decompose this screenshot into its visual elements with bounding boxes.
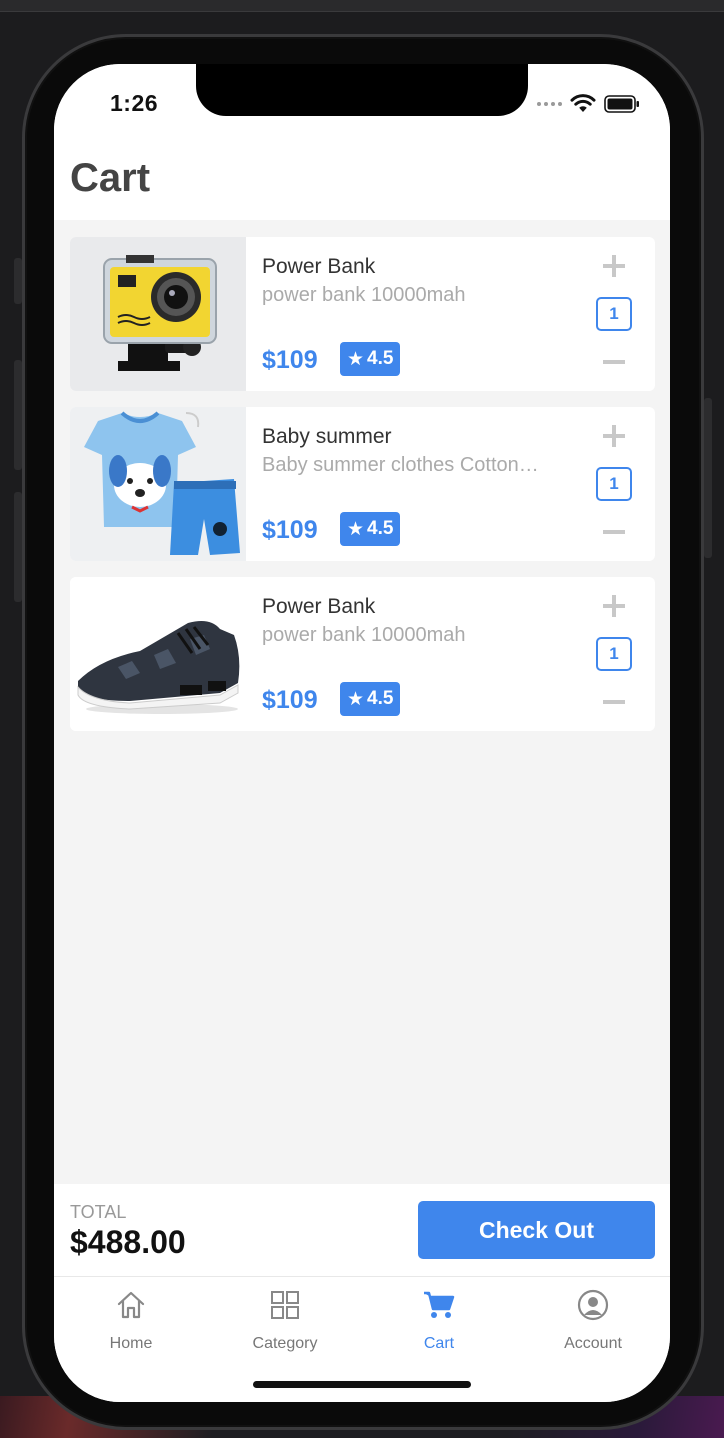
product-image-action-camera	[70, 237, 246, 391]
home-indicator	[253, 1381, 471, 1388]
tab-category[interactable]: Category	[208, 1277, 362, 1367]
tab-account[interactable]: Account	[516, 1277, 670, 1367]
power-button	[704, 398, 712, 558]
product-image-sneaker	[70, 577, 246, 731]
cart-icon	[424, 1291, 455, 1318]
rating-value: 4.5	[367, 518, 394, 539]
signal-icon	[537, 102, 562, 106]
tab-cart[interactable]: Cart	[362, 1277, 516, 1367]
product-price: $109	[262, 346, 318, 374]
rating-badge: ★ 4.5	[340, 512, 401, 546]
minus-icon[interactable]	[599, 347, 629, 377]
tab-label: Category	[252, 1335, 318, 1352]
quantity-value: 1	[596, 637, 632, 671]
plus-icon[interactable]	[599, 251, 629, 281]
desktop-top-bar	[0, 0, 724, 12]
checkout-button[interactable]: Check Out	[418, 1201, 655, 1259]
product-name: Power Bank	[262, 595, 376, 618]
rating-badge: ★ 4.5	[340, 682, 401, 716]
app-screen: 1:26 Cart Power Bank power bank 10000mah…	[54, 64, 670, 1402]
tab-bar: Home Category Cart Account	[54, 1276, 670, 1402]
product-name: Baby summer	[262, 425, 392, 448]
battery-icon	[604, 95, 639, 113]
product-description: power bank 10000mah	[262, 624, 466, 646]
tab-label: Cart	[423, 1335, 455, 1352]
quantity-value: 1	[596, 467, 632, 501]
minus-icon[interactable]	[599, 687, 629, 717]
tab-label: Account	[564, 1335, 622, 1352]
notch	[196, 64, 528, 116]
product-description: Baby summer clothes Cotton…	[262, 454, 539, 476]
wifi-icon	[570, 94, 596, 112]
cart-item[interactable]: Power Bank power bank 10000mah $109 ★ 4.…	[70, 577, 655, 731]
tab-home[interactable]: Home	[54, 1277, 208, 1367]
page-title: Cart	[70, 156, 151, 200]
rating-value: 4.5	[367, 688, 394, 709]
status-icons	[537, 94, 640, 114]
product-price: $109	[262, 686, 318, 714]
star-icon: ★	[347, 688, 365, 710]
header: 1:26 Cart	[54, 64, 670, 220]
minus-icon[interactable]	[599, 517, 629, 547]
cart-item[interactable]: Power Bank power bank 10000mah $109 ★ 4.…	[70, 237, 655, 391]
rating-badge: ★ 4.5	[340, 342, 401, 376]
cart-item[interactable]: Baby summer Baby summer clothes Cotton… …	[70, 407, 655, 561]
product-name: Power Bank	[262, 255, 376, 278]
rating-value: 4.5	[367, 348, 394, 369]
mute-switch	[14, 258, 22, 304]
product-description: power bank 10000mah	[262, 284, 466, 306]
product-price: $109	[262, 516, 318, 544]
star-icon: ★	[347, 348, 365, 370]
cart-list: Power Bank power bank 10000mah $109 ★ 4.…	[70, 237, 655, 747]
account-icon	[577, 1289, 609, 1321]
home-icon	[117, 1291, 145, 1319]
status-time: 1:26	[110, 90, 159, 116]
total-value: $488.00	[70, 1224, 186, 1260]
total-label: TOTAL	[70, 1202, 127, 1222]
product-image-baby-clothes	[70, 407, 246, 561]
star-icon: ★	[347, 518, 365, 540]
grid-icon	[271, 1291, 299, 1319]
plus-icon[interactable]	[599, 591, 629, 621]
volume-down-button	[14, 492, 22, 602]
volume-up-button	[14, 360, 22, 470]
tab-label: Home	[109, 1335, 153, 1352]
quantity-value: 1	[596, 297, 632, 331]
plus-icon[interactable]	[599, 421, 629, 451]
checkout-bar: TOTAL $488.00 Check Out	[54, 1184, 670, 1276]
